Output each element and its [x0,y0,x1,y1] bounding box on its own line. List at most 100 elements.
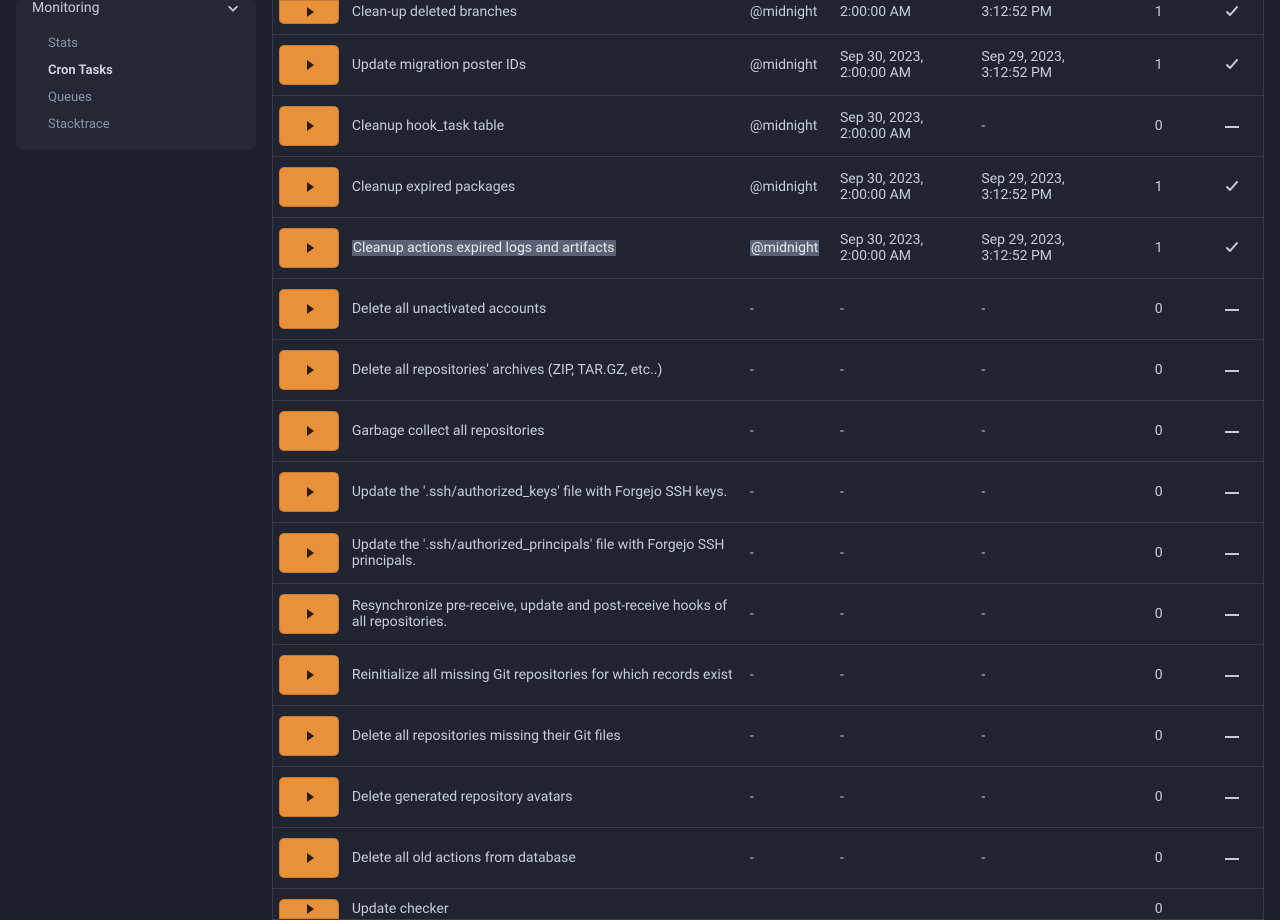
play-icon [307,426,314,436]
play-icon [307,731,314,741]
task-exec-count: 1 [1117,0,1201,35]
task-schedule: @midnight [750,179,817,195]
task-name: Delete all unactivated accounts [352,301,546,317]
task-next-run: Sep 30, 2023, 2:00:00 AM [834,157,975,218]
task-next-run: - [834,279,975,340]
task-next-run: - [834,828,975,889]
task-exec-count: 0 [1117,584,1201,645]
task-exec-count: 0 [1117,340,1201,401]
task-prev-run: - [975,96,1116,157]
task-next-run: 2:00:00 AM [834,0,975,35]
dash-icon [1223,484,1241,502]
task-name: Reinitialize all missing Git repositorie… [352,667,733,683]
run-task-button[interactable] [279,106,339,146]
sidebar-item-label: Cron Tasks [48,63,113,78]
run-task-button[interactable] [279,533,339,573]
task-next-run: - [834,401,975,462]
cron-task-row: Update the '.ssh/authorized_keys' file w… [273,462,1264,523]
run-task-button[interactable] [279,472,339,512]
cron-task-row: Delete all repositories' archives (ZIP, … [273,340,1264,401]
run-task-button[interactable] [279,655,339,695]
play-icon [307,904,314,914]
run-task-button[interactable] [279,716,339,756]
task-prev-run: Sep 29, 2023, 3:12:52 PM [975,218,1116,279]
run-task-button[interactable] [279,167,339,207]
task-prev-run: - [975,279,1116,340]
cron-tasks-table: Clean-up deleted branches @midnight 2:00:0… [272,0,1264,920]
task-name: Delete all repositories' archives (ZIP, … [352,362,663,378]
run-task-button[interactable] [279,45,339,85]
task-next-run: - [834,523,975,584]
run-task-button[interactable] [279,0,339,24]
play-icon [307,7,314,17]
task-exec-count: 0 [1117,828,1201,889]
play-icon [307,792,314,802]
cron-task-row: Cleanup expired packages@midnightSep 30,… [273,157,1264,218]
sidebar-item-stats[interactable]: Stats [16,30,256,57]
task-exec-count: 1 [1117,35,1201,96]
task-exec-count: 1 [1117,157,1201,218]
task-exec-count: 0 [1117,706,1201,767]
sidebar-group-monitoring: Monitoring Stats Cron Tasks Queues Stacktra… [16,0,256,150]
cron-task-row: Update checker---0 [273,889,1264,920]
task-schedule: - [750,545,754,561]
task-exec-count: 0 [1117,96,1201,157]
run-task-button[interactable] [279,289,339,329]
sidebar-item-label: Stacktrace [48,117,110,132]
task-name: Update checker [352,901,449,917]
cron-task-row: Delete all unactivated accounts---0 [273,279,1264,340]
task-name: Cleanup hook_task table [352,118,504,134]
task-name: Clean-up deleted branches [352,4,517,20]
task-exec-count: 0 [1117,279,1201,340]
task-name: Delete all repositories missing their Gi… [352,728,621,744]
task-name: Update the '.ssh/authorized_principals' … [352,537,725,569]
task-prev-run: - [975,828,1116,889]
dash-icon [1223,789,1241,807]
sidebar-items: Stats Cron Tasks Queues Stacktrace [16,26,256,142]
cron-task-row: Cleanup actions expired logs and artifac… [273,218,1264,279]
task-prev-run: - [975,462,1116,523]
task-name: Delete generated repository avatars [352,789,573,805]
task-schedule: - [750,606,754,622]
dash-icon [1223,423,1241,441]
play-icon [307,365,314,375]
sidebar-item-stacktrace[interactable]: Stacktrace [16,111,256,138]
task-schedule: - [750,301,754,317]
main-content: Clean-up deleted branches @midnight 2:00:0… [272,0,1280,920]
dash-icon [1223,667,1241,685]
task-schedule: - [750,484,754,500]
task-prev-run: - [975,645,1116,706]
task-prev-run: - [975,584,1116,645]
run-task-button[interactable] [279,350,339,390]
cron-task-row: Delete generated repository avatars---0 [273,767,1264,828]
run-task-button[interactable] [279,899,339,919]
sidebar-section-label: Monitoring [32,0,100,16]
task-schedule: - [750,728,754,744]
check-icon [1223,2,1241,20]
run-task-button[interactable] [279,838,339,878]
play-icon [307,609,314,619]
run-task-button[interactable] [279,228,339,268]
task-prev-run: - [975,706,1116,767]
cron-task-row: Delete all repositories missing their Gi… [273,706,1264,767]
task-exec-count: 0 [1117,767,1201,828]
task-next-run: - [834,584,975,645]
task-name: Update migration poster IDs [352,57,526,73]
task-schedule: @midnight [750,4,817,20]
sidebar-item-queues[interactable]: Queues [16,84,256,111]
sidebar: Monitoring Stats Cron Tasks Queues Stacktra… [0,0,272,920]
cron-task-row: Clean-up deleted branches @midnight 2:00:0… [273,0,1264,35]
task-name: Cleanup actions expired logs and artifac… [352,240,616,256]
sidebar-header-monitoring[interactable]: Monitoring [16,0,256,26]
task-schedule: - [750,789,754,805]
play-icon [307,487,314,497]
run-task-button[interactable] [279,411,339,451]
task-next-run: - [834,767,975,828]
sidebar-item-cron-tasks[interactable]: Cron Tasks [16,57,256,84]
play-icon [307,121,314,131]
run-task-button[interactable] [279,594,339,634]
task-schedule: - [750,423,754,439]
task-schedule: - [750,850,754,866]
run-task-button[interactable] [279,777,339,817]
check-icon [1223,177,1241,195]
